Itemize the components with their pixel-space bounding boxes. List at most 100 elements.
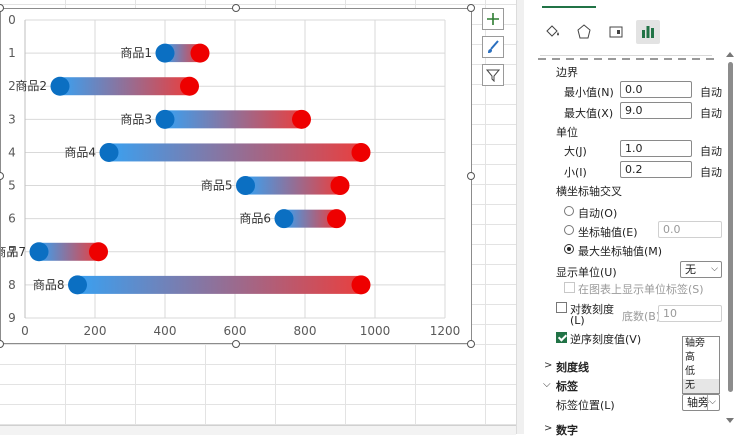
- chart-styles-button[interactable]: [482, 36, 504, 58]
- x-tick-label: 400: [154, 324, 177, 338]
- min-auto[interactable]: 自动: [700, 84, 722, 100]
- y-tick-label: 3: [8, 112, 16, 126]
- base-input[interactable]: 10: [658, 305, 722, 322]
- chevron-down-icon: ⌵: [711, 264, 718, 274]
- scroll-down-icon[interactable]: [726, 418, 734, 423]
- end-point: [330, 176, 350, 196]
- scroll-up-icon[interactable]: [726, 52, 734, 57]
- reverse-order-checkbox[interactable]: [556, 332, 567, 343]
- max-input[interactable]: 9.0: [620, 102, 692, 119]
- chevron-down-icon: ⌵: [707, 395, 716, 410]
- min-input[interactable]: 0.0: [620, 81, 692, 98]
- log-scale-checkbox[interactable]: [556, 302, 567, 313]
- scroll-indicator: [538, 58, 714, 60]
- label-position-select[interactable]: 轴旁 ⌵: [682, 394, 720, 411]
- major-input[interactable]: 1.0: [620, 140, 692, 157]
- range-bar: [245, 176, 340, 195]
- chevron-right-icon: >: [544, 423, 553, 434]
- resize-handle[interactable]: [232, 340, 240, 348]
- display-units-select[interactable]: 无 ⌵: [680, 261, 722, 278]
- x-tick-label: 800: [294, 324, 317, 338]
- y-tick-label: 1: [8, 46, 16, 60]
- show-units-checkbox[interactable]: [564, 282, 575, 293]
- range-bar: [60, 77, 190, 96]
- fill-line-button[interactable]: [540, 20, 564, 44]
- chart-filters-button[interactable]: [482, 64, 504, 86]
- panel-scrollbar[interactable]: [728, 62, 733, 392]
- end-point: [351, 142, 371, 162]
- log-scale-label-key: (L): [570, 314, 585, 327]
- crosses-value-radio[interactable]: [564, 225, 574, 235]
- tab-text-options[interactable]: [608, 0, 648, 6]
- crosses-auto-label[interactable]: 自动(O): [578, 205, 617, 221]
- end-point: [89, 242, 108, 262]
- range-bar: [109, 143, 361, 162]
- axis-options-button[interactable]: [636, 20, 660, 44]
- crosses-max-radio[interactable]: [564, 244, 574, 254]
- minor-auto[interactable]: 自动: [700, 164, 722, 180]
- category-label: 商品1: [120, 45, 152, 60]
- format-axis-panel: 边界 最小值(N) 0.0 自动 最大值(X) 9.0 自动 单位 大(J) 1…: [524, 0, 737, 437]
- chevron-right-icon: >: [544, 360, 553, 371]
- format-icon-row: [540, 20, 730, 46]
- y-tick-label: 8: [8, 278, 16, 292]
- bounds-heading: 边界: [556, 66, 578, 79]
- divider: [540, 55, 712, 56]
- size-properties-button[interactable]: [604, 20, 628, 44]
- dropdown-option[interactable]: 低: [683, 365, 719, 379]
- size-properties-icon: [609, 26, 623, 38]
- end-point: [180, 76, 199, 96]
- x-tick-label: 1200: [430, 324, 461, 338]
- brush-icon: [488, 40, 499, 53]
- min-label: 最小值(N): [564, 86, 614, 99]
- dropdown-option[interactable]: 高: [683, 351, 719, 365]
- tick-marks-section[interactable]: 刻度线: [556, 359, 589, 375]
- effects-button[interactable]: [572, 20, 596, 44]
- label-position-dropdown: 轴旁 高 低 无: [682, 336, 720, 394]
- effects-icon: [577, 24, 591, 39]
- chart-area[interactable]: 0 200 400 600 800 1000 1200 0 1 2 3 4 5 6 7 8 9 商品1 商品2 商品3…: [0, 8, 472, 344]
- major-auto[interactable]: 自动: [700, 143, 722, 159]
- dropdown-option[interactable]: 无: [683, 379, 719, 393]
- filter-icon: [486, 69, 500, 82]
- resize-handle[interactable]: [467, 172, 475, 180]
- axis-options-icon: [642, 26, 654, 38]
- crosses-value-label[interactable]: 坐标轴值(E): [578, 224, 638, 240]
- y-tick-label: 4: [8, 145, 16, 159]
- category-label: 商品6: [239, 211, 271, 226]
- crosses-auto-radio[interactable]: [564, 206, 574, 216]
- resize-handle[interactable]: [232, 4, 240, 12]
- crosses-max-label[interactable]: 最大坐标轴值(M): [578, 243, 662, 259]
- dropdown-option[interactable]: 轴旁: [683, 337, 719, 351]
- labels-section[interactable]: 标签: [556, 378, 578, 394]
- y-tick-label: 9: [8, 311, 16, 325]
- category-label: 商品8: [33, 277, 65, 292]
- x-tick-label: 1000: [360, 324, 391, 338]
- crosses-value-input[interactable]: 0.0: [658, 221, 722, 238]
- chart-elements-button[interactable]: [482, 8, 504, 30]
- chevron-down-icon: ⌵: [543, 379, 551, 390]
- y-tick-label: 5: [8, 179, 16, 193]
- category-label: 商品3: [120, 111, 152, 126]
- start-point: [236, 176, 255, 196]
- tab-axis-options[interactable]: [542, 0, 596, 8]
- max-auto[interactable]: 自动: [700, 105, 722, 121]
- resize-handle[interactable]: [467, 4, 475, 12]
- show-units-label: 在图表上显示单位标签(S): [578, 283, 704, 296]
- fill-line-icon: [546, 25, 559, 37]
- reverse-order-label[interactable]: 逆序刻度值(V): [570, 331, 641, 347]
- resize-handle[interactable]: [467, 340, 475, 348]
- x-tick-label: 600: [224, 324, 247, 338]
- display-units-value: 无: [685, 263, 696, 276]
- minor-input[interactable]: 0.2: [620, 161, 692, 178]
- panel-tabs: [536, 0, 726, 10]
- y-tick-label: 6: [8, 212, 16, 226]
- start-point: [274, 209, 294, 229]
- start-point: [68, 275, 87, 295]
- start-point: [155, 43, 175, 63]
- end-point: [292, 109, 311, 129]
- start-point: [99, 142, 119, 162]
- number-section[interactable]: 数字: [556, 422, 578, 438]
- category-label: 商品7: [1, 244, 26, 259]
- end-point: [190, 43, 210, 63]
